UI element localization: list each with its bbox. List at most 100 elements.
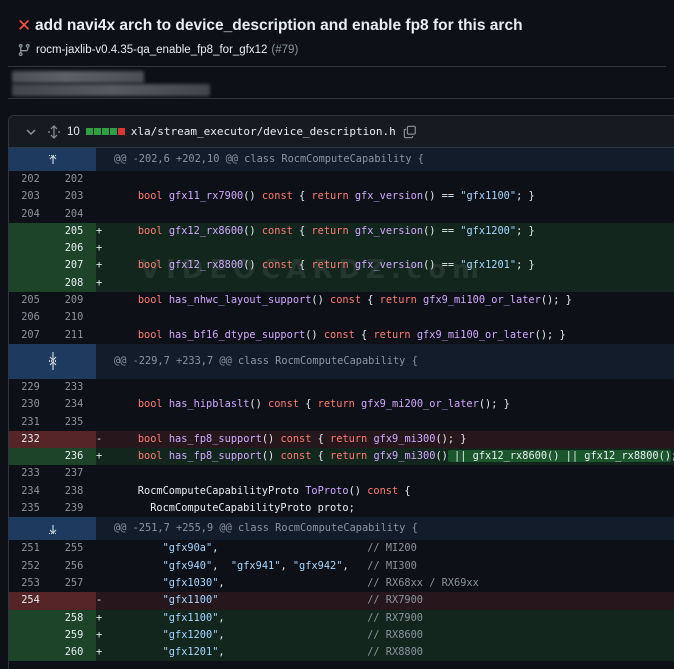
old-line-number[interactable]: 229: [9, 379, 52, 396]
old-line-number[interactable]: 202: [9, 171, 52, 188]
copy-icon[interactable]: [403, 125, 417, 139]
old-line-number[interactable]: 203: [9, 188, 52, 205]
expand-up-icon[interactable]: [47, 361, 59, 371]
expand-down-icon[interactable]: [47, 524, 59, 534]
code-token: (); }: [534, 328, 566, 341]
new-line-number[interactable]: 234: [52, 396, 96, 413]
diff-marker: +: [96, 626, 111, 645]
added-line: 258 + "gfx1100", // RX7900: [9, 609, 674, 627]
diff-marker: [96, 188, 111, 205]
old-line-number[interactable]: [9, 222, 52, 241]
old-line-number[interactable]: 251: [9, 540, 52, 557]
context-line: 234 238 RocmComputeCapabilityProto ToProt…: [9, 483, 674, 500]
diffstat-square: [85, 128, 93, 135]
old-line-number[interactable]: 204: [9, 206, 52, 223]
old-line-number[interactable]: 235: [9, 500, 52, 517]
new-line-number[interactable]: 203: [52, 188, 96, 205]
new-line-number[interactable]: 258: [52, 609, 96, 627]
code-line: "gfx90a", // MI200: [111, 540, 674, 557]
new-line-number[interactable]: 235: [52, 414, 96, 431]
old-line-number[interactable]: 252: [9, 558, 52, 575]
code-token: return: [373, 328, 411, 341]
old-line-number[interactable]: [9, 274, 52, 293]
new-line-number[interactable]: 259: [52, 626, 96, 645]
diffstat-square: [117, 128, 125, 135]
new-line-number[interactable]: 255: [52, 540, 96, 557]
expand-all-icon[interactable]: [47, 124, 61, 139]
code-token: (); }: [435, 432, 467, 445]
redacted-text: [12, 71, 144, 83]
old-line-number[interactable]: 207: [9, 327, 52, 344]
old-line-number[interactable]: 254: [9, 592, 52, 610]
redacted-text: [12, 84, 210, 96]
code-token: {: [292, 259, 312, 272]
old-line-number[interactable]: [9, 257, 52, 275]
new-line-number[interactable]: 206: [52, 240, 96, 258]
new-line-number[interactable]: 205: [52, 222, 96, 241]
code-token: gfx_version: [354, 224, 424, 237]
code-token: () ==: [423, 259, 461, 272]
code-token: {: [361, 294, 380, 307]
code-token: {: [292, 190, 312, 203]
new-line-number[interactable]: 236: [52, 448, 96, 466]
new-line-number[interactable]: 239: [52, 500, 96, 517]
diff-marker: +: [96, 448, 111, 466]
new-line-number[interactable]: 204: [52, 206, 96, 223]
new-line-number[interactable]: [52, 592, 96, 610]
old-line-number[interactable]: 233: [9, 465, 52, 482]
expand-down-icon[interactable]: [47, 351, 59, 362]
new-line-number[interactable]: 208: [52, 274, 96, 293]
diff-marker: [96, 396, 111, 413]
new-line-number[interactable]: 209: [52, 292, 96, 309]
new-line-number[interactable]: 237: [52, 465, 96, 482]
old-line-number[interactable]: [9, 626, 52, 645]
file-path[interactable]: xla/stream_executor/device_description.h: [131, 125, 396, 138]
new-line-number[interactable]: 207: [52, 257, 96, 275]
code-line: RocmComputeCapabilityProto proto;: [111, 500, 674, 517]
pr-number-link[interactable]: (#79): [271, 44, 298, 56]
old-line-number[interactable]: 206: [9, 309, 52, 326]
code-token: || gfx12_rx8600() || gfx12_rx8800(): [447, 450, 672, 463]
new-line-number[interactable]: 256: [52, 558, 96, 575]
expand-up-icon[interactable]: [47, 154, 59, 165]
old-line-number[interactable]: 234: [9, 483, 52, 500]
diff-marker: +: [96, 609, 111, 627]
old-line-number[interactable]: 232: [9, 430, 52, 449]
diff-marker: +: [96, 240, 111, 258]
old-line-number[interactable]: [9, 240, 52, 258]
old-line-number[interactable]: [9, 644, 52, 662]
old-line-number[interactable]: 231: [9, 414, 52, 431]
new-line-number[interactable]: 233: [52, 379, 96, 396]
code-line: RocmComputeCapabilityProto ToProto() con…: [111, 483, 674, 500]
code-line: bool has_bf16_dtype_support() const { re…: [111, 327, 674, 344]
diff-marker: [96, 171, 111, 188]
old-line-number[interactable]: 230: [9, 396, 52, 413]
code-token: bool: [137, 190, 163, 203]
new-line-number[interactable]: 211: [52, 327, 96, 344]
old-line-number[interactable]: 253: [9, 575, 52, 592]
context-line: 235 239 RocmComputeCapabilityProto proto;: [9, 500, 674, 517]
old-line-number[interactable]: 205: [9, 292, 52, 309]
branch-name[interactable]: rocm-jaxlib-v0.4.35-qa_enable_fp8_for_gf…: [36, 44, 267, 56]
code-token: // RX7900: [367, 594, 423, 607]
expand-gutter[interactable]: [9, 148, 96, 171]
new-line-number[interactable]: 238: [52, 483, 96, 500]
chevron-down-icon[interactable]: [25, 126, 37, 138]
new-line-number[interactable]: [52, 430, 96, 449]
old-line-number[interactable]: [9, 448, 52, 466]
diffstat-square: [109, 128, 117, 135]
code-token: ,: [212, 542, 368, 555]
new-line-number[interactable]: 210: [52, 309, 96, 326]
expand-gutter[interactable]: [9, 517, 96, 541]
new-line-number[interactable]: 260: [52, 644, 96, 662]
branch-row: rocm-jaxlib-v0.4.35-qa_enable_fp8_for_gf…: [17, 43, 298, 57]
new-line-number[interactable]: 202: [52, 171, 96, 188]
pr-title[interactable]: add navi4x arch to device_description an…: [35, 16, 523, 36]
old-line-number[interactable]: [9, 609, 52, 627]
diff-marker: [96, 379, 111, 396]
new-line-number[interactable]: 257: [52, 575, 96, 592]
expand-gutter[interactable]: [9, 343, 96, 379]
